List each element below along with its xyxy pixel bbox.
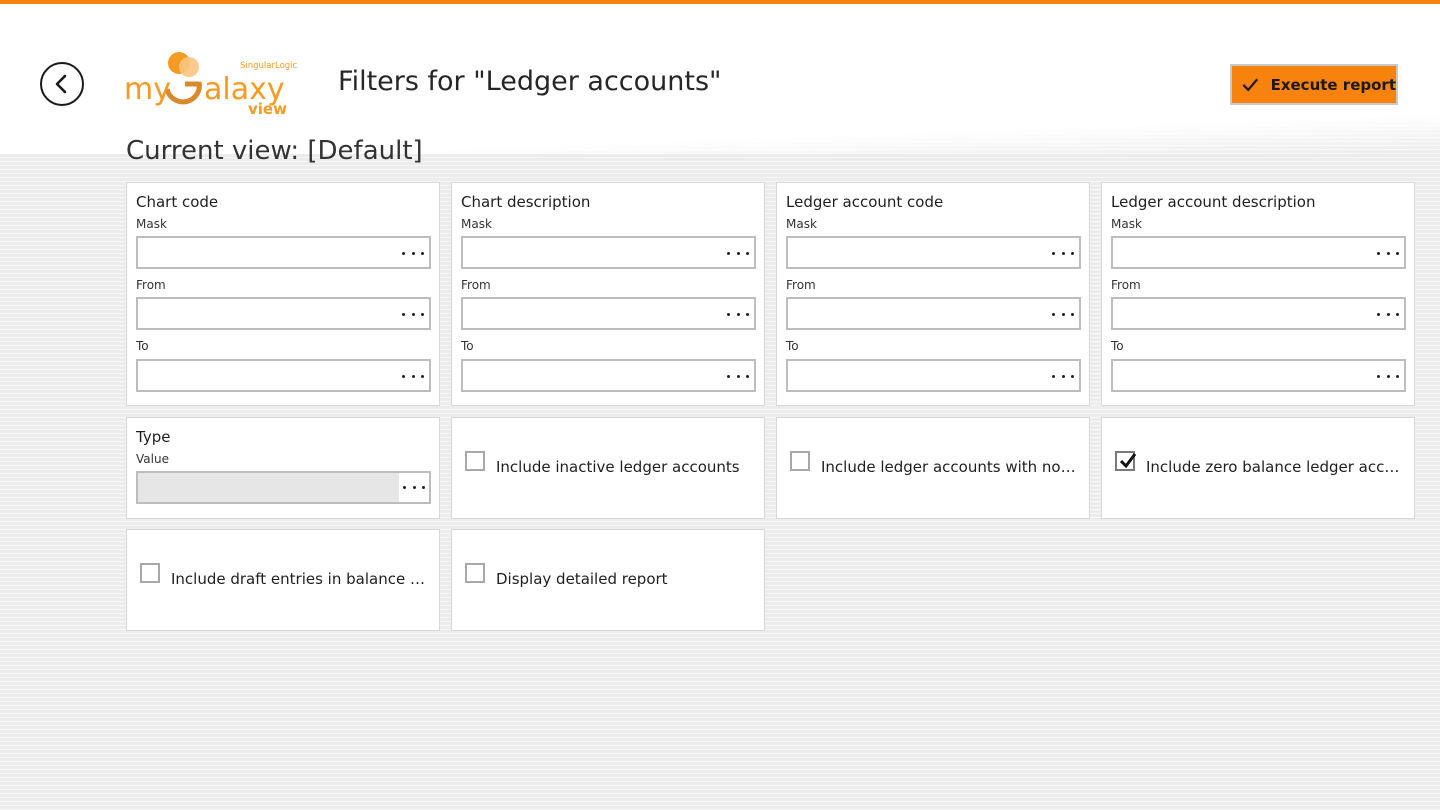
chart-code-to-input[interactable] xyxy=(136,359,431,392)
option-card-inactive: Include inactive ledger accounts xyxy=(451,417,765,519)
ledger-account-description-to-input[interactable] xyxy=(1111,359,1406,392)
to-label: To xyxy=(786,339,799,353)
filter-card-type: Type Value xyxy=(126,417,440,519)
chart-description-mask-input[interactable] xyxy=(461,236,756,269)
chart-code-from-input[interactable] xyxy=(136,297,431,330)
back-arrow-icon xyxy=(55,74,67,94)
to-label: To xyxy=(1111,339,1124,353)
filter-card-chart-code: Chart code Mask From To xyxy=(126,182,440,406)
ledger-account-code-from-input[interactable] xyxy=(786,297,1081,330)
ellipsis-icon[interactable] xyxy=(726,245,750,261)
ellipsis-icon[interactable] xyxy=(1376,306,1400,322)
filter-card-ledger-account-description: Ledger account description Mask From To xyxy=(1101,182,1415,406)
include-zero-balance-checkbox-row[interactable]: Include zero balance ledger accou... xyxy=(1115,451,1405,476)
ellipsis-icon[interactable] xyxy=(1376,368,1400,384)
from-label: From xyxy=(461,278,491,292)
filter-title: Ledger account description xyxy=(1111,193,1316,211)
svg-text:my: my xyxy=(124,72,171,107)
ledger-account-description-from-input[interactable] xyxy=(1111,297,1406,330)
include-inactive-checkbox[interactable] xyxy=(465,451,485,471)
ellipsis-icon[interactable] xyxy=(1051,306,1075,322)
execute-report-button[interactable]: Execute report xyxy=(1230,64,1398,105)
option-card-draft-entries: Include draft entries in balance cal... xyxy=(126,529,440,631)
filter-card-ledger-account-code: Ledger account code Mask From To xyxy=(776,182,1090,406)
include-zero-balance-checkbox[interactable] xyxy=(1115,451,1137,471)
back-button[interactable] xyxy=(40,62,84,106)
include-inactive-checkbox-row[interactable]: Include inactive ledger accounts xyxy=(465,451,755,476)
ellipsis-icon[interactable] xyxy=(401,306,425,322)
display-detailed-report-checkbox[interactable] xyxy=(465,563,485,583)
mask-label: Mask xyxy=(786,217,817,231)
chart-description-from-input[interactable] xyxy=(461,297,756,330)
to-label: To xyxy=(461,339,474,353)
checkmark-icon xyxy=(1119,453,1137,469)
filter-title: Ledger account code xyxy=(786,193,944,211)
type-value-input[interactable] xyxy=(136,471,431,504)
checkbox-label: Display detailed report xyxy=(496,570,668,588)
from-label: From xyxy=(136,278,166,292)
ellipsis-icon[interactable] xyxy=(401,368,425,384)
from-label: From xyxy=(1111,278,1141,292)
ellipsis-icon[interactable] xyxy=(726,306,750,322)
filter-title: Type xyxy=(136,428,171,446)
chart-description-to-input[interactable] xyxy=(461,359,756,392)
ellipsis-icon[interactable] xyxy=(1051,368,1075,384)
include-draft-entries-checkbox-row[interactable]: Include draft entries in balance cal... xyxy=(140,563,430,588)
svg-text:view: view xyxy=(248,100,287,116)
checkbox-label: Include inactive ledger accounts xyxy=(496,458,740,476)
ellipsis-icon[interactable] xyxy=(726,368,750,384)
execute-report-label: Execute report xyxy=(1270,75,1396,94)
svg-text:SingularLogic: SingularLogic xyxy=(240,61,298,71)
display-detailed-report-checkbox-row[interactable]: Display detailed report xyxy=(465,563,755,588)
value-label: Value xyxy=(136,452,169,466)
from-label: From xyxy=(786,278,816,292)
option-card-detailed-report: Display detailed report xyxy=(451,529,765,631)
mygalaxy-logo: my alaxy view SingularLogic xyxy=(124,46,320,118)
include-draft-entries-checkbox[interactable] xyxy=(140,563,160,583)
include-no-transactions-checkbox[interactable] xyxy=(790,451,810,471)
ellipsis-icon[interactable] xyxy=(399,473,429,502)
option-card-no-transactions: Include ledger accounts with no tr... xyxy=(776,417,1090,519)
filter-card-chart-description: Chart description Mask From To xyxy=(451,182,765,406)
mask-label: Mask xyxy=(1111,217,1142,231)
mask-label: Mask xyxy=(136,217,167,231)
include-no-transactions-checkbox-row[interactable]: Include ledger accounts with no tr... xyxy=(790,451,1080,476)
chart-code-mask-input[interactable] xyxy=(136,236,431,269)
filter-title: Chart description xyxy=(461,193,591,211)
checkbox-label: Include zero balance ledger accou... xyxy=(1146,458,1404,476)
page-title: Filters for "Ledger accounts" xyxy=(338,66,722,97)
option-card-zero-balance: Include zero balance ledger accou... xyxy=(1101,417,1415,519)
ellipsis-icon[interactable] xyxy=(1051,245,1075,261)
ledger-account-description-mask-input[interactable] xyxy=(1111,236,1406,269)
ellipsis-icon[interactable] xyxy=(401,245,425,261)
filter-title: Chart code xyxy=(136,193,219,211)
to-label: To xyxy=(136,339,149,353)
ledger-account-code-to-input[interactable] xyxy=(786,359,1081,392)
current-view-title: Current view: [Default] xyxy=(126,136,423,166)
checkbox-label: Include ledger accounts with no tr... xyxy=(821,458,1079,476)
ellipsis-icon[interactable] xyxy=(1376,245,1400,261)
checkbox-label: Include draft entries in balance cal... xyxy=(171,570,429,588)
check-icon xyxy=(1242,78,1259,91)
ledger-account-code-mask-input[interactable] xyxy=(786,236,1081,269)
mask-label: Mask xyxy=(461,217,492,231)
